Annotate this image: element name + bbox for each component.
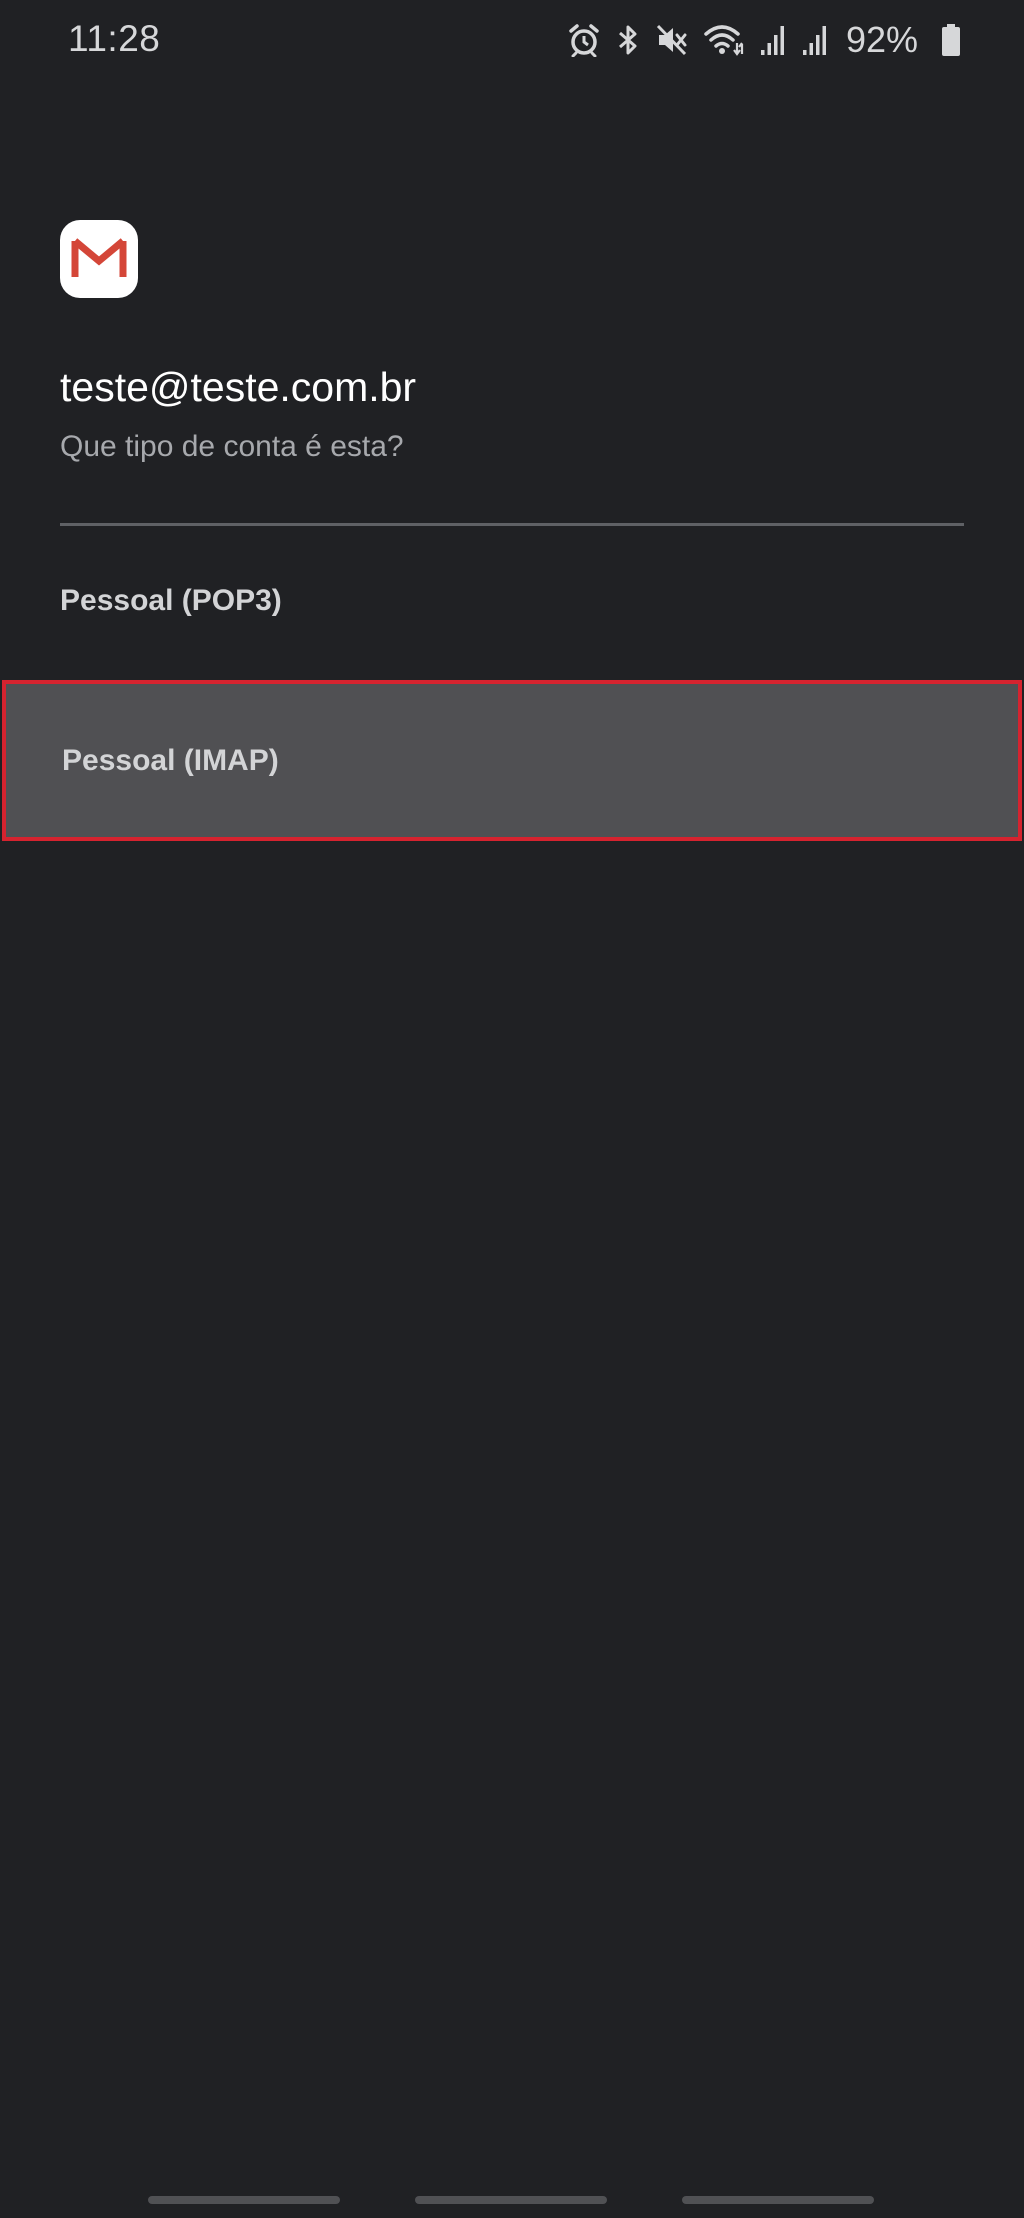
battery-icon bbox=[926, 24, 960, 56]
recent-apps-button[interactable] bbox=[148, 2196, 340, 2204]
account-email: teste@teste.com.br bbox=[60, 364, 417, 410]
signal-icon bbox=[786, 24, 828, 56]
home-button[interactable] bbox=[415, 2196, 607, 2204]
status-icons: 92% bbox=[552, 18, 960, 62]
option-imap[interactable]: Pessoal (IMAP) bbox=[2, 680, 1022, 841]
divider bbox=[60, 523, 964, 526]
status-time: 11:28 bbox=[68, 18, 161, 59]
option-label: Pessoal (POP3) bbox=[60, 584, 282, 617]
signal-icon bbox=[744, 24, 786, 56]
back-button[interactable] bbox=[682, 2196, 874, 2204]
bluetooth-icon bbox=[600, 23, 640, 57]
battery-percentage: 92% bbox=[845, 19, 918, 60]
gmail-icon bbox=[60, 220, 138, 298]
mute-icon bbox=[640, 23, 688, 57]
status-bar: 11:28 92% bbox=[0, 0, 1024, 80]
alarm-icon bbox=[552, 23, 600, 57]
account-type-question: Que tipo de conta é esta? bbox=[60, 430, 404, 463]
option-label: Pessoal (IMAP) bbox=[62, 743, 279, 777]
navigation-bar bbox=[0, 2150, 1024, 2218]
option-pop3[interactable]: Pessoal (POP3) bbox=[0, 540, 1024, 662]
wifi-icon bbox=[688, 23, 744, 57]
